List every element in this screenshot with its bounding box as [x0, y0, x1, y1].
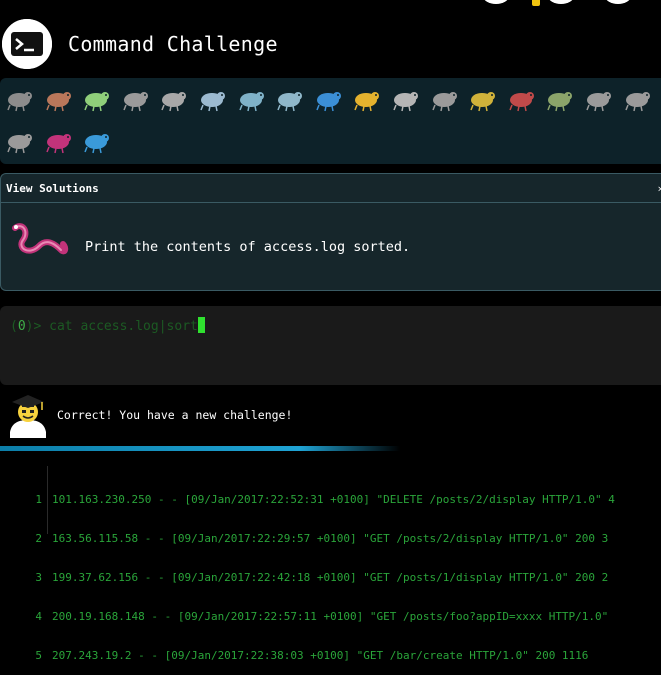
challenge-text: Print the contents of access.log sorted. [85, 239, 411, 255]
prompt-line[interactable]: (0)> cat access.log|sort [10, 317, 205, 334]
whale-icon[interactable] [197, 83, 227, 113]
challenge-panel: View Solutions › Print the contents of a… [0, 173, 661, 291]
grasshopper-icon[interactable] [544, 83, 574, 113]
snail-icon[interactable] [4, 83, 34, 113]
cat-icon[interactable] [429, 83, 459, 113]
divider [1, 202, 661, 203]
chevron-right-icon[interactable]: › [656, 182, 661, 195]
command-output: 1 101.163.230.250 - - [09/Jan/2017:22:52:… [30, 467, 615, 675]
ladybug-icon[interactable] [506, 83, 536, 113]
germ-icon[interactable] [158, 83, 188, 113]
caterpillar-icon[interactable] [81, 83, 111, 113]
cursor [197, 317, 205, 333]
line-number: 1 [35, 493, 42, 506]
bee-icon[interactable] [467, 83, 497, 113]
output-line: 5 207.243.19.2 - - [09/Jan/2017:22:38:03 … [30, 649, 615, 662]
app-title: Command Challenge [68, 32, 278, 56]
dolphin2-icon[interactable] [274, 83, 304, 113]
command-input[interactable]: cat access.log|sort [49, 319, 198, 334]
view-solutions-link[interactable]: View Solutions [6, 182, 99, 195]
challenge-picker [0, 78, 661, 164]
butterfly-icon[interactable] [43, 83, 73, 113]
output-text: 101.163.230.250 - - [09/Jan/2017:22:52:3… [52, 493, 615, 506]
pufferfish-icon[interactable] [390, 83, 420, 113]
tropical-fish-icon[interactable] [351, 83, 381, 113]
spider-icon[interactable] [583, 83, 613, 113]
output-text: 207.243.19.2 - - [09/Jan/2017:22:38:03 +… [52, 649, 589, 662]
graduate-icon [8, 392, 48, 442]
fish-icon[interactable] [313, 83, 343, 113]
line-number: 2 [35, 532, 42, 545]
output-text: 163.56.115.58 - - [09/Jan/2017:22:29:57 … [52, 532, 609, 545]
prompt-close: )> [25, 319, 50, 334]
top-avatar-1 [483, 0, 509, 4]
bug-icon[interactable] [120, 83, 150, 113]
top-badge [532, 0, 540, 6]
paramecium-icon[interactable] [81, 125, 111, 155]
output-line: 3 199.37.62.156 - - [09/Jan/2017:22:42:18… [30, 571, 615, 584]
worm-icon [9, 218, 71, 262]
output-line: 2 163.56.115.58 - - [09/Jan/2017:22:29:57… [30, 532, 615, 545]
prompt-counter: 0 [17, 319, 26, 334]
dolphin-icon[interactable] [236, 83, 266, 113]
top-avatar-3 [605, 0, 631, 4]
success-message: Correct! You have a new challenge! [57, 408, 293, 422]
line-number: 4 [35, 610, 42, 623]
line-number: 5 [35, 649, 42, 662]
terminal-prompt-icon[interactable] [2, 19, 52, 69]
output-text: 200.19.168.148 - - [09/Jan/2017:22:57:11… [52, 610, 609, 623]
prompt-open: ( [10, 319, 18, 334]
output-text: 199.37.62.156 - - [09/Jan/2017:22:42:18 … [52, 571, 609, 584]
success-bar [0, 446, 400, 451]
ant-icon[interactable] [622, 83, 652, 113]
fly-icon[interactable] [4, 125, 34, 155]
terminal[interactable]: (0)> cat access.log|sort [0, 306, 661, 385]
line-number: 3 [35, 571, 42, 584]
output-line: 4 200.19.168.148 - - [09/Jan/2017:22:57:1… [30, 610, 615, 623]
worm-icon[interactable] [43, 125, 73, 155]
top-avatar-2 [548, 0, 574, 4]
output-line: 1 101.163.230.250 - - [09/Jan/2017:22:52:… [30, 493, 615, 506]
